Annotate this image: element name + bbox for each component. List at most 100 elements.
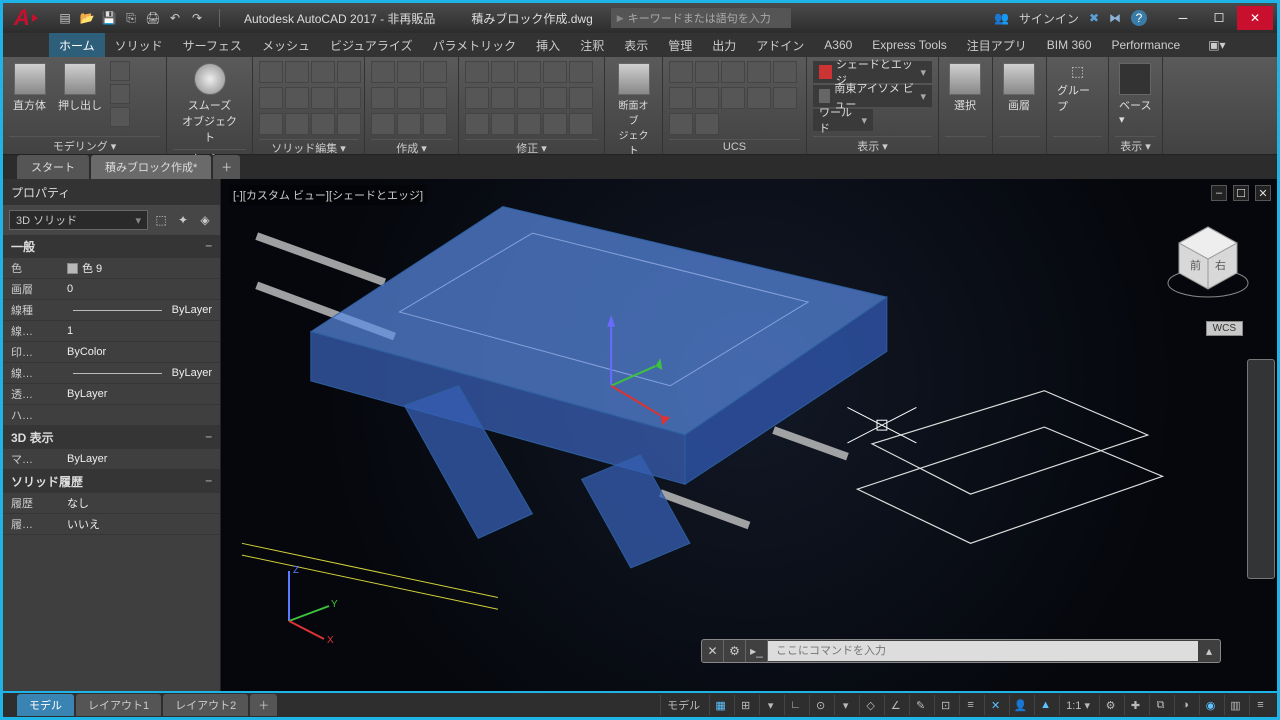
property-row[interactable]: マ…ByLayer (3, 449, 220, 470)
select-object-icon[interactable]: ◈ (196, 211, 214, 229)
menu-tab[interactable]: 管理 (658, 33, 702, 58)
tool-icon[interactable] (543, 113, 567, 135)
viewcube[interactable]: 前右 (1163, 219, 1253, 309)
qat-saveas-icon[interactable]: ⎘ (123, 10, 139, 26)
qat-print-icon[interactable]: 🖨 (145, 10, 161, 26)
toggle-pim-icon[interactable]: ⬚ (152, 211, 170, 229)
anno-scale[interactable]: 1:1 ▾ (1059, 695, 1096, 715)
property-row[interactable]: ハ… (3, 405, 220, 426)
tool-icon[interactable] (543, 87, 567, 109)
tool-icon[interactable] (259, 87, 283, 109)
info-search-input[interactable]: キーワードまたは語句を入力 (611, 8, 791, 28)
base-button[interactable]: ベース ▾ (1115, 61, 1155, 128)
box-button[interactable]: 直方体 (9, 61, 50, 115)
qat-open-icon[interactable]: 📂 (79, 10, 95, 26)
ucs-world-dropdown[interactable] (695, 113, 719, 135)
menu-tab[interactable]: ホーム (49, 33, 105, 58)
cmd-opts-icon[interactable]: ⚙ (724, 640, 746, 662)
coords-dropdown[interactable]: ワールド (813, 109, 873, 131)
tool-icon[interactable] (371, 61, 395, 83)
tool-icon[interactable] (337, 87, 361, 109)
help-icon[interactable]: ? (1131, 10, 1147, 26)
menu-tab[interactable]: BIM 360 (1037, 34, 1102, 56)
status-icon[interactable]: ▾ (834, 695, 856, 715)
status-icon[interactable]: 👤 (1009, 695, 1031, 715)
vp-maximize-icon[interactable]: ☐ (1233, 185, 1249, 201)
tool-icon[interactable] (397, 113, 421, 135)
property-row[interactable]: 色色 9 (3, 258, 220, 279)
ribbon-opts[interactable]: ▣▾ (1198, 34, 1235, 56)
extrude-button[interactable]: 押し出し (54, 61, 106, 115)
customize-icon[interactable]: ≡ (1249, 695, 1271, 715)
new-tab-button[interactable]: ＋ (213, 155, 240, 179)
menu-tab[interactable]: 注目アプリ (957, 33, 1037, 58)
tool-icon[interactable] (491, 113, 515, 135)
status-icon[interactable]: ✕ (984, 695, 1006, 715)
polar-toggle[interactable]: ⊙ (809, 695, 831, 715)
section-3d[interactable]: 3D 表示 (3, 426, 220, 449)
tool-icon[interactable] (371, 87, 395, 109)
gear-icon[interactable]: ⚙ (1099, 695, 1121, 715)
minimize-button[interactable]: ─ (1165, 6, 1201, 30)
ortho-toggle[interactable]: ∟ (784, 695, 806, 715)
qat-save-icon[interactable]: 💾 (101, 10, 117, 26)
menu-tab[interactable]: メッシュ (252, 33, 320, 58)
tool-icon[interactable] (543, 61, 567, 83)
cmd-history-icon[interactable]: ▴ (1198, 640, 1220, 662)
smooth-object-button[interactable]: スムーズ オブジェクト (173, 61, 246, 147)
tool-icon[interactable] (569, 113, 593, 135)
menu-tab[interactable]: A360 (814, 34, 862, 56)
tool-icon[interactable] (110, 84, 130, 104)
tool-icon[interactable] (695, 87, 719, 109)
menu-tab[interactable]: アドイン (746, 33, 814, 58)
property-row[interactable]: 線…ByLayer (3, 363, 220, 384)
property-row[interactable]: 線…1 (3, 321, 220, 342)
qat-undo-icon[interactable]: ↶ (167, 10, 183, 26)
menu-tab[interactable]: ソリッド (105, 33, 173, 58)
property-row[interactable]: 画層0 (3, 279, 220, 300)
panel-view[interactable]: 表示 ▾ (813, 136, 932, 154)
tool-icon[interactable] (423, 113, 447, 135)
tool-icon[interactable] (337, 113, 361, 135)
menu-tab[interactable]: 注釈 (570, 33, 614, 58)
menu-tab[interactable]: サーフェス (173, 33, 252, 58)
tool-icon[interactable] (773, 61, 797, 83)
tool-icon[interactable] (747, 61, 771, 83)
status-icon[interactable]: ✎ (909, 695, 931, 715)
command-line[interactable]: ✕ ⚙ ▸_ ▴ (701, 639, 1221, 663)
tool-icon[interactable] (285, 87, 309, 109)
tool-icon[interactable] (517, 87, 541, 109)
tool-icon[interactable] (259, 113, 283, 135)
tool-icon[interactable] (669, 113, 693, 135)
status-icon[interactable]: ∠ (884, 695, 906, 715)
menu-tab[interactable]: 挿入 (526, 33, 570, 58)
tool-icon[interactable] (397, 61, 421, 83)
status-icon[interactable]: ⧉ (1149, 695, 1171, 715)
panel-modify[interactable]: 修正 ▾ (465, 139, 598, 156)
tool-icon[interactable] (669, 87, 693, 109)
status-icon[interactable]: ✚ (1124, 695, 1146, 715)
model-view[interactable] (221, 179, 1277, 691)
maximize-button[interactable]: ☐ (1201, 6, 1237, 30)
osnap-toggle[interactable]: ◇ (859, 695, 881, 715)
qat-redo-icon[interactable]: ↷ (189, 10, 205, 26)
tool-icon[interactable] (110, 107, 130, 127)
tool-icon[interactable] (491, 87, 515, 109)
status-icon[interactable]: ◑ (1174, 695, 1196, 715)
navigation-bar[interactable] (1247, 359, 1275, 579)
app-menu-button[interactable]: A (3, 3, 49, 33)
status-icon[interactable]: ▥ (1224, 695, 1246, 715)
layout-tab[interactable]: レイアウト2 (163, 694, 248, 716)
tool-icon[interactable] (465, 87, 489, 109)
menu-tab[interactable]: パラメトリック (423, 33, 527, 58)
menu-tab[interactable]: ビジュアライズ (320, 33, 423, 58)
file-tab[interactable]: 積みブロック作成* (91, 155, 211, 179)
tool-icon[interactable] (311, 61, 335, 83)
layers-button[interactable]: 画層 (999, 61, 1039, 115)
tool-icon[interactable] (569, 61, 593, 83)
grid-toggle[interactable]: ▦ (709, 695, 731, 715)
property-row[interactable]: 透…ByLayer (3, 384, 220, 405)
tool-icon[interactable] (721, 87, 745, 109)
viewport[interactable]: [-][カスタム ビュー][シェードとエッジ] – ☐ ✕ (221, 179, 1277, 691)
tool-icon[interactable] (311, 113, 335, 135)
